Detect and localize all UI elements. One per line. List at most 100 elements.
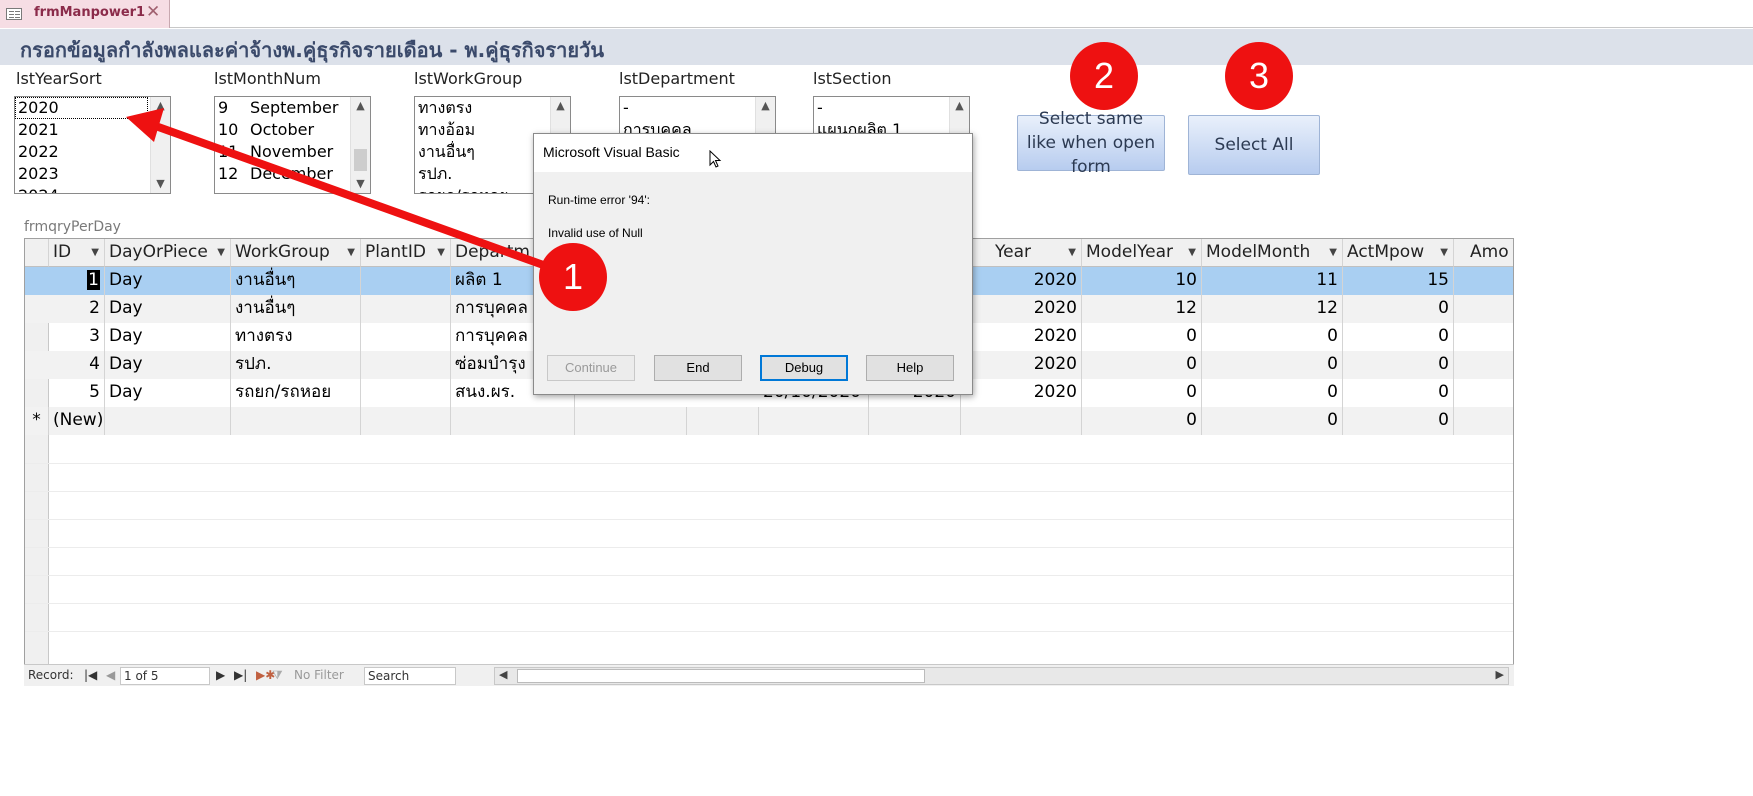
cell-modelmonth[interactable]: 0 — [1202, 379, 1343, 407]
scroll-left-icon[interactable]: ◀ — [499, 668, 507, 681]
scroll-thumb[interactable] — [517, 669, 925, 683]
cell-year[interactable]: 2020 — [961, 295, 1082, 323]
list-item-year[interactable]: 2023 — [15, 163, 170, 185]
prev-record-icon[interactable]: ◀ — [106, 668, 115, 682]
cell-id[interactable]: 2 — [49, 295, 105, 323]
column-header-workgroup[interactable]: WorkGroup ▼ — [231, 239, 361, 267]
select-all-corner[interactable] — [25, 239, 49, 267]
column-header-year[interactable]: Year ▼ — [961, 239, 1082, 267]
cell-id[interactable]: 4 — [49, 351, 105, 379]
cell-year[interactable]: 2020 — [961, 267, 1082, 295]
current-record-field[interactable]: 1 of 5 — [120, 667, 210, 685]
debug-button[interactable]: Debug — [760, 355, 848, 381]
no-filter-button[interactable]: No Filter — [294, 668, 344, 682]
dropdown-arrow-icon[interactable]: ▼ — [1068, 239, 1076, 266]
select-all-button[interactable]: Select All — [1188, 115, 1320, 175]
column-header-amount[interactable]: Amo — [1454, 239, 1513, 267]
list-item-year[interactable]: 2022 — [15, 141, 170, 163]
first-record-icon[interactable]: |◀ — [84, 668, 97, 682]
cell-modelyear[interactable]: 0 — [1082, 323, 1202, 351]
continue-button[interactable]: Continue — [547, 355, 635, 381]
cell-plantid[interactable] — [361, 295, 451, 323]
dropdown-arrow-icon[interactable]: ▼ — [91, 239, 99, 266]
column-header-modelyear[interactable]: ModelYear ▼ — [1082, 239, 1202, 267]
list-item-workgroup[interactable]: ทางตรง — [415, 97, 570, 119]
cell-actmpow[interactable]: 0 — [1343, 407, 1454, 435]
new-cell[interactable] — [361, 407, 451, 435]
cell-dayorpiece[interactable]: Day — [105, 379, 231, 407]
chevron-down-icon[interactable]: ▼ — [151, 175, 170, 193]
chevron-up-icon[interactable]: ▲ — [151, 97, 170, 115]
cell-actmpow[interactable]: 0 — [1343, 379, 1454, 407]
cell-modelmonth[interactable]: 11 — [1202, 267, 1343, 295]
cell-actmpow[interactable]: 0 — [1343, 351, 1454, 379]
cell-year[interactable]: 2020 — [961, 379, 1082, 407]
close-icon[interactable]: ✕ — [146, 2, 160, 22]
cell-dayorpiece[interactable]: Day — [105, 351, 231, 379]
list-item-year-selected[interactable]: 2020 — [15, 97, 148, 119]
cell-id[interactable]: 3 — [49, 323, 105, 351]
cell-workgroup[interactable]: ทางตรง — [231, 323, 361, 351]
cell-modelyear[interactable]: 0 — [1082, 351, 1202, 379]
cell-id[interactable]: 1 — [49, 267, 105, 295]
column-header-dayorpiece[interactable]: DayOrPiece ▼ — [105, 239, 231, 267]
scroll-right-icon[interactable]: ▶ — [1496, 668, 1504, 681]
new-cell[interactable] — [869, 407, 961, 435]
cell-actmpow[interactable]: 0 — [1343, 295, 1454, 323]
new-cell[interactable] — [687, 407, 759, 435]
chevron-up-icon[interactable]: ▲ — [351, 97, 370, 115]
new-cell[interactable] — [961, 407, 1082, 435]
cell-plantid[interactable] — [361, 379, 451, 407]
search-input[interactable]: Search — [364, 667, 456, 685]
chevron-up-icon[interactable]: ▲ — [756, 97, 775, 115]
chevron-up-icon[interactable]: ▲ — [950, 97, 969, 115]
cell-workgroup[interactable]: งานอื่นๆ — [231, 267, 361, 295]
column-header-id[interactable]: ID ▼ — [49, 239, 105, 267]
new-record-row[interactable]: * (New) 0 0 0 — [25, 407, 1513, 435]
list-item-month[interactable]: 9 September — [215, 97, 370, 119]
tab-frmmanpower1[interactable]: frmManpower1 ✕ — [0, 0, 170, 28]
column-header-plantid[interactable]: PlantID ▼ — [361, 239, 451, 267]
chevron-down-icon[interactable]: ▼ — [351, 175, 370, 193]
dialog-titlebar[interactable]: Microsoft Visual Basic — [534, 134, 972, 172]
scroll-thumb[interactable] — [354, 149, 367, 171]
year-list-scrollbar[interactable]: ▲ ▼ — [150, 97, 170, 193]
next-record-icon[interactable]: ▶ — [216, 668, 225, 682]
last-record-icon[interactable]: ▶| — [234, 668, 247, 682]
cell-modelyear[interactable]: 0 — [1082, 379, 1202, 407]
select-same-button[interactable]: Select same like when open form — [1017, 109, 1165, 177]
cell-dayorpiece[interactable]: Day — [105, 323, 231, 351]
cell-plantid[interactable] — [361, 267, 451, 295]
list-item-month[interactable]: 10 October — [215, 119, 370, 141]
filter-icon[interactable]: ⧩ — [272, 668, 283, 683]
cell-modelmonth[interactable]: 0 — [1202, 351, 1343, 379]
chevron-up-icon[interactable]: ▲ — [551, 97, 570, 115]
cell-modelyear[interactable]: 12 — [1082, 295, 1202, 323]
new-cell[interactable] — [575, 407, 687, 435]
dropdown-arrow-icon[interactable]: ▼ — [1188, 239, 1196, 266]
horizontal-scrollbar[interactable]: ◀ ▶ — [494, 667, 1509, 685]
cell-modelmonth[interactable]: 0 — [1202, 407, 1343, 435]
column-header-actmpow[interactable]: ActMpow ▼ — [1343, 239, 1454, 267]
cell-modelyear[interactable]: 10 — [1082, 267, 1202, 295]
cell-plantid[interactable] — [361, 351, 451, 379]
cell-modelyear[interactable]: 0 — [1082, 407, 1202, 435]
new-cell[interactable] — [231, 407, 361, 435]
list-item-month[interactable]: 11 November — [215, 141, 370, 163]
cell-actmpow[interactable]: 0 — [1343, 323, 1454, 351]
cell-actmpow[interactable]: 15 — [1343, 267, 1454, 295]
dropdown-arrow-icon[interactable]: ▼ — [1329, 239, 1337, 266]
cell-modelmonth[interactable]: 0 — [1202, 323, 1343, 351]
month-list-scrollbar[interactable]: ▲ ▼ — [350, 97, 370, 193]
cell-id[interactable]: 5 — [49, 379, 105, 407]
cell-plantid[interactable] — [361, 323, 451, 351]
new-cell[interactable] — [759, 407, 869, 435]
cell-year[interactable]: 2020 — [961, 323, 1082, 351]
new-cell[interactable] — [451, 407, 575, 435]
month-listbox[interactable]: 9 September 10 October 11 November 12 Decemb… — [214, 96, 371, 194]
cell-dayorpiece[interactable]: Day — [105, 267, 231, 295]
dropdown-arrow-icon[interactable]: ▼ — [217, 239, 225, 266]
new-cell[interactable] — [105, 407, 231, 435]
column-header-modelmonth[interactable]: ModelMonth ▼ — [1202, 239, 1343, 267]
cell-workgroup[interactable]: งานอื่นๆ — [231, 295, 361, 323]
